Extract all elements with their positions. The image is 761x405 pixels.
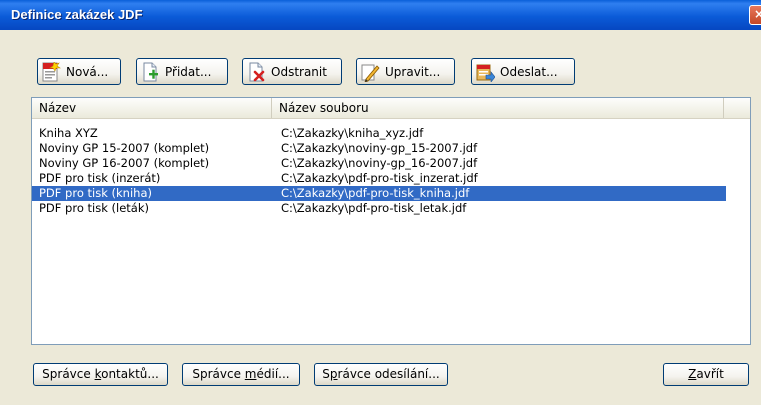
list-item-filename: C:\Zakazky\pdf-pro-tisk_inzerat.jdf — [281, 171, 478, 185]
media-manager-label-a: Správce — [192, 367, 245, 381]
close-label-b: avřít — [696, 367, 724, 381]
new-job-icon — [42, 61, 61, 81]
media-manager-accel: m — [244, 367, 257, 381]
list-rows: Kniha XYZ C:\Zakazky\kniha_xyz.jdf Noviny … — [32, 126, 750, 216]
edit-button-label: Upravit... — [385, 64, 441, 79]
list-header: Název Název souboru — [32, 98, 750, 119]
close-button[interactable]: Zavřít — [663, 363, 749, 386]
sending-manager-button[interactable]: Správce odesílání... — [314, 363, 448, 386]
contacts-manager-button[interactable]: Správce kontaktů... — [33, 363, 168, 386]
remove-button[interactable]: Odstranit — [242, 58, 342, 85]
list-item-filename: C:\Zakazky\noviny-gp_15-2007.jdf — [281, 141, 478, 155]
list-item[interactable]: PDF pro tisk (kniha) C:\Zakazky\pdf-pro-t… — [32, 186, 726, 201]
new-button-label: Nová... — [66, 64, 109, 79]
list-item[interactable]: PDF pro tisk (leták) C:\Zakazky\pdf-pro-t… — [32, 201, 726, 216]
send-button[interactable]: Odeslat... — [471, 58, 575, 85]
list-item[interactable]: PDF pro tisk (inzerát) C:\Zakazky\pdf-pro… — [32, 171, 726, 186]
jdf-dialog: Definice zakázek JDF × Nová... Přidat... — [0, 0, 761, 405]
title-bar[interactable]: Definice zakázek JDF × — [0, 0, 761, 30]
list-item-name: PDF pro tisk (kniha) — [39, 186, 152, 200]
list-item[interactable]: Noviny GP 16-2007 (komplet) C:\Zakazky\no… — [32, 156, 726, 171]
list-item-filename: C:\Zakazky\pdf-pro-tisk_letak.jdf — [281, 201, 467, 215]
remove-icon — [249, 62, 265, 81]
list-item[interactable]: Noviny GP 15-2007 (komplet) C:\Zakazky\no… — [32, 141, 726, 156]
list-item-name: Noviny GP 15-2007 (komplet) — [39, 141, 210, 155]
close-icon[interactable]: × — [749, 5, 761, 25]
media-manager-label-b: édií... — [256, 367, 290, 381]
list-item-name: Kniha XYZ — [39, 126, 98, 140]
new-button[interactable]: Nová... — [37, 58, 121, 85]
sending-manager-accel: p — [329, 367, 338, 381]
list-item[interactable]: Kniha XYZ C:\Zakazky\kniha_xyz.jdf — [32, 126, 726, 141]
add-button[interactable]: Přidat... — [136, 58, 228, 85]
list-item-filename: C:\Zakazky\noviny-gp_16-2007.jdf — [281, 156, 478, 170]
send-icon — [476, 64, 495, 82]
send-button-label: Odeslat... — [500, 64, 558, 79]
contacts-manager-label-a: Správce — [42, 367, 95, 381]
jobs-list[interactable]: Název Název souboru Kniha XYZ C:\Zakazky\… — [31, 97, 751, 345]
list-item-name: PDF pro tisk (leták) — [39, 201, 149, 215]
sending-manager-label-a: S — [322, 367, 330, 381]
window-title: Definice zakázek JDF — [11, 7, 143, 22]
edit-button[interactable]: Upravit... — [356, 58, 455, 85]
add-icon — [143, 62, 158, 81]
media-manager-button[interactable]: Správce médií... — [182, 363, 300, 386]
column-header-filename[interactable]: Název souboru — [272, 98, 724, 118]
edit-icon — [361, 64, 380, 82]
list-item-name: Noviny GP 16-2007 (komplet) — [39, 156, 210, 170]
list-item-filename: C:\Zakazky\pdf-pro-tisk_kniha.jdf — [281, 186, 470, 200]
sending-manager-label-b: rávce odesílání... — [337, 367, 440, 381]
contacts-manager-label-b: ontaktů... — [101, 367, 159, 381]
list-item-filename: C:\Zakazky\kniha_xyz.jdf — [281, 126, 424, 140]
add-button-label: Přidat... — [165, 64, 212, 79]
column-header-name[interactable]: Název — [32, 98, 272, 118]
list-item-name: PDF pro tisk (inzerát) — [39, 171, 161, 185]
remove-button-label: Odstranit — [271, 64, 327, 79]
